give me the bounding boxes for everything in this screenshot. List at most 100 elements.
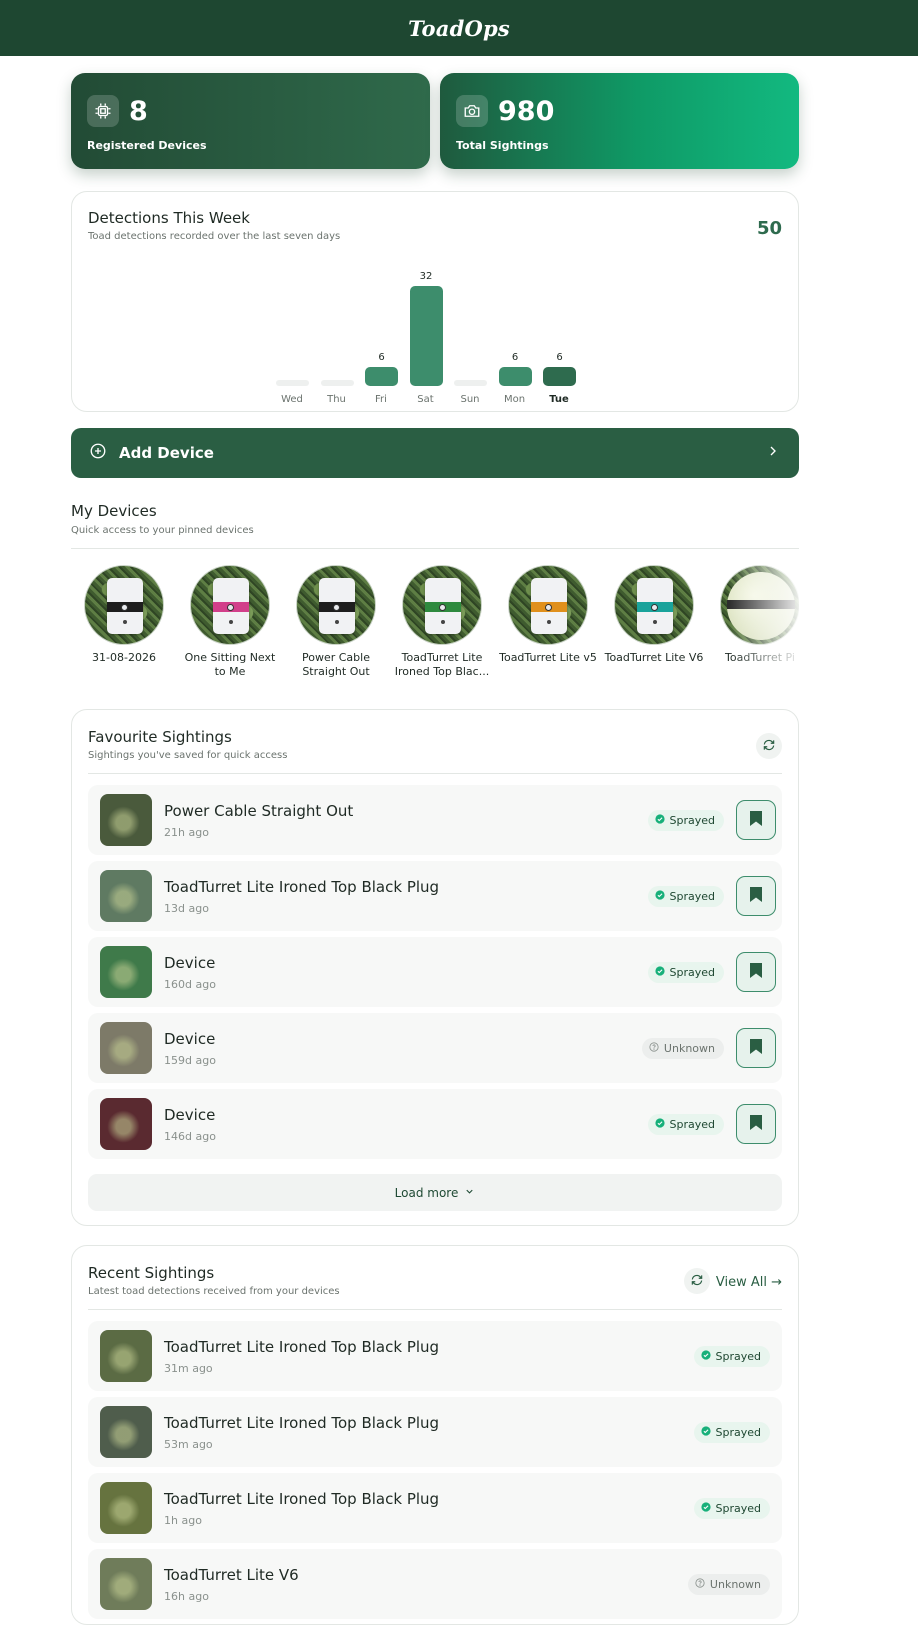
favourites-refresh-button[interactable] (756, 733, 782, 759)
status-label: Sprayed (715, 1502, 762, 1515)
bar-sun (454, 380, 487, 386)
my-devices-divider (71, 548, 799, 549)
sighting-thumbnail (100, 1022, 152, 1074)
recent-sightings-card: Recent Sightings Latest toad detections … (71, 1245, 799, 1625)
sighting-title: Device (164, 954, 216, 972)
bookmark-button[interactable] (736, 876, 776, 916)
bar-column-sat: 32 Sat (409, 262, 443, 405)
pinned-device-item[interactable]: 31-08-2026 (71, 563, 177, 665)
status-badge: Unknown (687, 1574, 770, 1595)
x-tick-label: Sat (417, 394, 434, 405)
sighting-thumbnail (100, 1330, 152, 1382)
check-circle-icon (700, 1426, 711, 1439)
bookmark-icon (749, 962, 763, 983)
sighting-row[interactable]: ToadTurret Lite Ironed Top Black Plug 53m… (88, 1397, 782, 1467)
bookmark-button[interactable] (736, 800, 776, 840)
bar-wed (276, 380, 309, 386)
status-label: Sprayed (669, 966, 716, 979)
status-badge: Sprayed (693, 1422, 770, 1443)
sighting-row[interactable]: ToadTurret Lite Ironed Top Black Plug 1h … (88, 1473, 782, 1543)
check-circle-icon (700, 1502, 711, 1515)
x-tick-label: Mon (503, 394, 526, 405)
sighting-row[interactable]: Device 160d ago Sprayed (88, 937, 782, 1007)
registered-devices-value: 8 (129, 95, 148, 127)
status-badge: Unknown (641, 1038, 724, 1059)
pinned-device-item[interactable]: ToadTurret Lite v5 (495, 563, 601, 665)
pinned-device-item[interactable]: ToadTurret Lite Ironed Top Blac... (389, 563, 495, 679)
check-circle-icon (700, 1350, 711, 1363)
bookmark-button[interactable] (736, 1028, 776, 1068)
bar-thu (320, 380, 354, 386)
sighting-thumbnail (100, 946, 152, 998)
load-more-button[interactable]: Load more (88, 1174, 782, 1211)
camera-icon (456, 95, 488, 127)
bar-value-label: 6 (556, 352, 563, 363)
chevron-right-icon (765, 443, 781, 463)
my-devices-subtitle: Quick access to your pinned devices (71, 525, 254, 536)
recent-title: Recent Sightings (88, 1264, 215, 1282)
sighting-time: 21h ago (164, 826, 209, 839)
status-label: Unknown (663, 1042, 715, 1055)
pinned-device-item[interactable]: ToadTurret Lite V6 (601, 563, 707, 665)
device-avatar (508, 565, 588, 645)
sighting-title: Power Cable Straight Out (164, 802, 354, 820)
refresh-icon (762, 737, 776, 756)
sighting-row[interactable]: ToadTurret Lite Ironed Top Black Plug 31m… (88, 1321, 782, 1391)
bookmark-icon (749, 810, 763, 831)
bar-value-label: 32 (419, 271, 433, 282)
pinned-device-item[interactable]: One Sitting Next to Me (177, 563, 283, 679)
refresh-icon (690, 1272, 704, 1291)
bar-column-thu: Thu (320, 262, 354, 405)
help-circle-icon (695, 1578, 705, 1591)
status-badge: Sprayed (693, 1346, 770, 1367)
bar-tue (543, 367, 576, 386)
sighting-row[interactable]: ToadTurret Lite V6 16h ago Unknown (88, 1549, 782, 1619)
load-more-label: Load more (394, 1185, 459, 1200)
recent-refresh-button[interactable] (684, 1268, 710, 1294)
bar-value-label: 6 (378, 352, 385, 363)
recent-subtitle: Latest toad detections received from you… (88, 1286, 340, 1297)
status-badge: Sprayed (647, 886, 724, 907)
x-tick-label: Fri (375, 394, 387, 405)
registered-devices-label: Registered Devices (87, 139, 207, 152)
device-avatar (296, 565, 376, 645)
pinned-device-item[interactable]: Power Cable Straight Out (283, 563, 389, 679)
sighting-row[interactable]: Power Cable Straight Out 21h ago Sprayed (88, 785, 782, 855)
sighting-title: ToadTurret Lite Ironed Top Black Plug (164, 878, 440, 896)
bar-sat (409, 286, 443, 386)
device-name: ToadTurret Lite V6 (604, 651, 704, 664)
app-logo[interactable]: ToadOps (408, 16, 510, 41)
bar-column-mon: 6 Mon (498, 262, 532, 405)
sighting-time: 1h ago (164, 1514, 202, 1527)
bookmark-button[interactable] (736, 1104, 776, 1144)
top-bar: ToadOps (0, 0, 918, 56)
sighting-thumbnail (100, 1558, 152, 1610)
total-sightings-card[interactable]: 980 Total Sightings (440, 73, 799, 169)
status-label: Sprayed (715, 1350, 762, 1363)
device-avatar (84, 565, 164, 645)
sighting-time: 160d ago (164, 978, 216, 991)
chip-icon (87, 95, 119, 127)
favourites-divider (88, 773, 782, 774)
carousel-fade (729, 563, 799, 683)
pinned-devices-carousel[interactable]: 31-08-2026 One Sitting Next to Me Power Ca… (71, 563, 799, 683)
total-sightings-label: Total Sightings (456, 139, 549, 152)
device-avatar (402, 565, 482, 645)
plus-circle-icon (89, 442, 107, 464)
sighting-row[interactable]: Device 146d ago Sprayed (88, 1089, 782, 1159)
bar-value-label: 6 (511, 352, 519, 363)
sighting-row[interactable]: ToadTurret Lite Ironed Top Black Plug 13d… (88, 861, 782, 931)
status-badge: Sprayed (693, 1498, 770, 1519)
registered-devices-card[interactable]: 8 Registered Devices (71, 73, 430, 169)
x-tick-label: Tue (549, 394, 569, 405)
device-name: Power Cable Straight Out (302, 651, 370, 678)
bookmark-button[interactable] (736, 952, 776, 992)
bar-column-fri: 6 Fri (365, 262, 398, 405)
sighting-row[interactable]: Device 159d ago Unknown (88, 1013, 782, 1083)
view-all-link[interactable]: View All → (716, 1275, 782, 1290)
add-device-button[interactable]: Add Device (71, 428, 799, 478)
detections-bar-chart: Wed Thu 6 Fri 32 Sat Sun 6 Mon 6 Tue (276, 262, 582, 405)
bookmark-icon (749, 1114, 763, 1135)
sighting-thumbnail (100, 1098, 152, 1150)
my-devices-title: My Devices (71, 502, 157, 520)
